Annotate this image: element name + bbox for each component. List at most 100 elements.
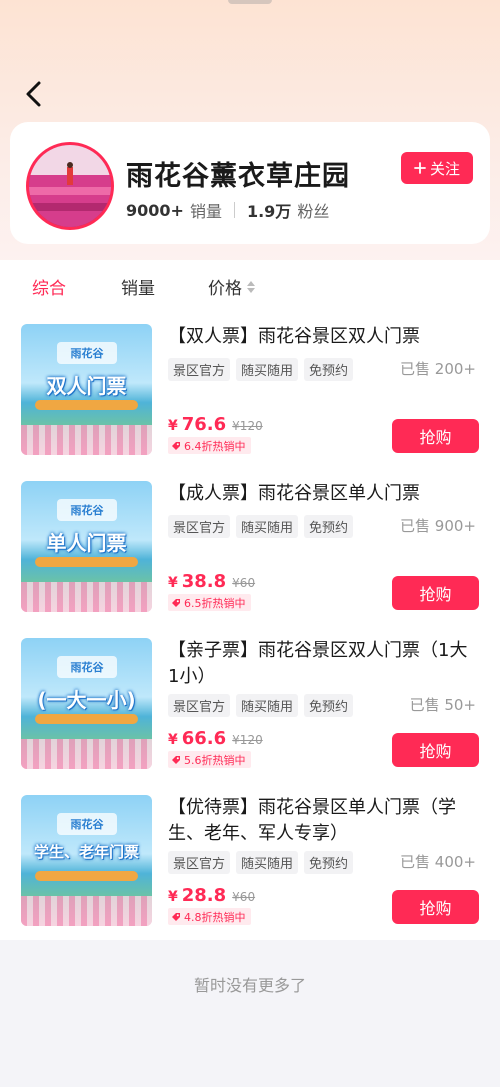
product-title[interactable]: 【亲子票】雨花谷景区双人门票（1大1小） [168, 638, 478, 690]
tag-icon [172, 441, 180, 450]
shop-name: 雨花谷薰衣草庄园 [126, 161, 350, 192]
sort-arrows-icon [247, 280, 255, 293]
plus-icon [414, 162, 426, 174]
sold-count: 已售 200+ [400, 360, 476, 378]
shop-stats: 9000+ 销量 1.9万 粉丝 [126, 198, 329, 222]
tab-sales[interactable]: 销量 [121, 274, 155, 299]
product-tags: 景区官方 随买随用 免预约 [168, 694, 354, 717]
fans-label: 粉丝 [297, 202, 330, 221]
discount-text: 6.5折热销中 [184, 596, 246, 610]
product-tags: 景区官方 随买随用 免预约 [168, 515, 354, 538]
tag: 景区官方 [168, 358, 231, 381]
product-tags: 景区官方 随买随用 免预约 [168, 851, 354, 874]
currency-symbol: ¥ [168, 575, 178, 591]
thumb-logo: 雨花谷 [57, 342, 117, 364]
product-tags: 景区官方 随买随用 免预约 [168, 358, 354, 381]
tag-icon [172, 912, 180, 921]
tab-label: 综合 [32, 279, 66, 299]
buy-button[interactable]: 抢购 [392, 890, 479, 924]
buy-button[interactable]: 抢购 [392, 733, 479, 767]
thumb-flowers [21, 582, 152, 612]
thumb-title: 学生、老年门票 [33, 843, 139, 861]
discount-text: 5.6折热销中 [184, 753, 246, 767]
discount-badge: 4.8折热销中 [168, 908, 251, 925]
product-thumbnail[interactable]: 雨花谷 双人门票 [21, 324, 152, 455]
tag: 景区官方 [168, 515, 231, 538]
tag: 景区官方 [168, 851, 231, 874]
thumb-flowers [21, 739, 152, 769]
tab-label: 价格 [208, 279, 242, 299]
back-button[interactable] [18, 78, 50, 110]
tab-label: 销量 [121, 279, 155, 299]
thumb-ribbon [35, 871, 138, 881]
original-price: ¥60 [232, 576, 256, 590]
tab-price[interactable]: 价格 [208, 274, 256, 299]
buy-button[interactable]: 抢购 [392, 576, 479, 610]
price-value: 76.6 [181, 414, 227, 435]
sales-value: 9000+ [126, 200, 184, 220]
product-title[interactable]: 【优待票】雨花谷景区单人门票（学生、老年、军人专享） [168, 795, 478, 847]
price-value: 28.8 [181, 885, 227, 906]
product-title[interactable]: 【双人票】雨花谷景区双人门票 [168, 324, 478, 350]
thumb-ribbon [35, 714, 138, 724]
thumb-logo: 雨花谷 [57, 813, 117, 835]
thumb-flowers [21, 896, 152, 926]
thumb-logo: 雨花谷 [57, 499, 117, 521]
sold-count: 已售 400+ [400, 853, 476, 871]
price: ¥ 38.8 ¥60 [168, 571, 255, 592]
discount-text: 6.4折热销中 [184, 439, 246, 453]
lavender-field-image [29, 145, 111, 227]
chevron-left-icon [26, 81, 41, 107]
stats-divider [233, 202, 235, 218]
price-value: 38.8 [181, 571, 227, 592]
product-item[interactable]: 雨花谷 (一大一小) 【亲子票】雨花谷景区双人门票（1大1小） 景区官方 随买随… [0, 626, 500, 783]
discount-badge: 5.6折热销中 [168, 751, 251, 768]
tag: 随买随用 [236, 358, 299, 381]
product-item[interactable]: 雨花谷 学生、老年门票 【优待票】雨花谷景区单人门票（学生、老年、军人专享） 景… [0, 783, 500, 940]
buy-button[interactable]: 抢购 [392, 419, 479, 453]
currency-symbol: ¥ [168, 418, 178, 434]
tag-icon [172, 598, 180, 607]
shop-avatar[interactable] [26, 142, 114, 230]
tag: 随买随用 [236, 515, 299, 538]
original-price: ¥120 [232, 733, 263, 747]
thumb-logo: 雨花谷 [57, 656, 117, 678]
sales-label: 销量 [189, 202, 222, 221]
thumb-title: 双人门票 [46, 374, 127, 398]
currency-symbol: ¥ [168, 732, 178, 748]
product-thumbnail[interactable]: 雨花谷 (一大一小) [21, 638, 152, 769]
price: ¥ 66.6 ¥120 [168, 728, 263, 749]
thumb-title: (一大一小) [37, 688, 136, 712]
tag: 免预约 [304, 694, 354, 717]
discount-text: 4.8折热销中 [184, 910, 246, 924]
thumb-ribbon [35, 400, 138, 410]
price: ¥ 76.6 ¥120 [168, 414, 263, 435]
product-thumbnail[interactable]: 雨花谷 单人门票 [21, 481, 152, 612]
tag: 随买随用 [236, 694, 299, 717]
product-thumbnail[interactable]: 雨花谷 学生、老年门票 [21, 795, 152, 926]
original-price: ¥120 [232, 419, 263, 433]
tag: 免预约 [304, 515, 354, 538]
price: ¥ 28.8 ¥60 [168, 885, 255, 906]
thumb-title: 单人门票 [46, 531, 127, 555]
tab-comprehensive[interactable]: 综合 [32, 274, 66, 299]
tag-icon [172, 755, 180, 764]
product-item[interactable]: 雨花谷 单人门票 【成人票】雨花谷景区单人门票 景区官方 随买随用 免预约 已售… [0, 469, 500, 626]
status-indicator [228, 0, 272, 4]
tag: 免预约 [304, 851, 354, 874]
product-list: 雨花谷 双人门票 【双人票】雨花谷景区双人门票 景区官方 随买随用 免预约 已售… [0, 312, 500, 940]
tag: 景区官方 [168, 694, 231, 717]
product-title[interactable]: 【成人票】雨花谷景区单人门票 [168, 481, 478, 507]
no-more-text: 暂时没有更多了 [193, 976, 306, 995]
tag: 免预约 [304, 358, 354, 381]
product-item[interactable]: 雨花谷 双人门票 【双人票】雨花谷景区双人门票 景区官方 随买随用 免预约 已售… [0, 312, 500, 469]
follow-label: 关注 [429, 159, 460, 178]
currency-symbol: ¥ [168, 889, 178, 905]
price-value: 66.6 [181, 728, 227, 749]
original-price: ¥60 [232, 890, 256, 904]
sold-count: 已售 50+ [409, 696, 476, 714]
discount-badge: 6.4折热销中 [168, 437, 251, 454]
follow-button[interactable]: 关注 [401, 152, 473, 184]
tag: 随买随用 [236, 851, 299, 874]
fans-value: 1.9万 [246, 202, 292, 221]
